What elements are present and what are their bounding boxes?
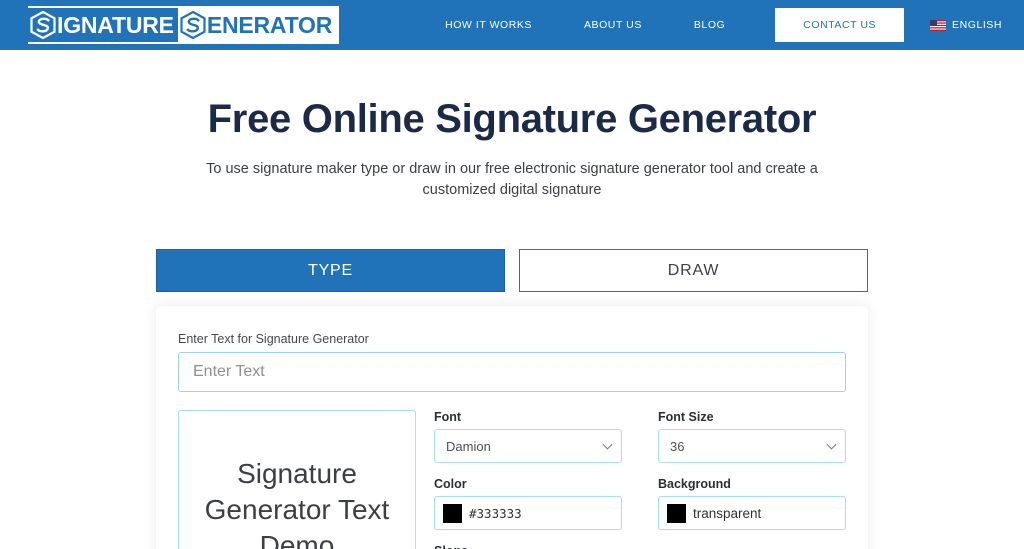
background-control: Background transparent — [658, 477, 846, 531]
nav-item-blog[interactable]: BLOG — [668, 19, 751, 31]
slope-control: Slope 0 — [434, 544, 846, 549]
background-label: Background — [658, 477, 731, 492]
page-title: Free Online Signature Generator — [207, 97, 817, 141]
font-size-label: Font Size — [658, 410, 714, 425]
font-size-select[interactable]: 36 — [658, 429, 846, 464]
tab-draw[interactable]: DRAW — [519, 249, 868, 293]
color-control: Color #333333 — [434, 477, 622, 531]
signature-preview-text: Signature Generator Text Demo — [204, 458, 390, 549]
font-size-control: Font Size 36 — [658, 410, 846, 464]
font-size-selected-value: 36 — [670, 438, 685, 454]
hex-s-monogram-icon — [30, 11, 56, 39]
hero-section: Free Online Signature Generator To use s… — [0, 50, 1024, 201]
chevron-down-icon — [602, 439, 613, 450]
site-header: IGNATURE ENERATOR HOW IT WORKS ABOUT US … — [0, 0, 1024, 50]
slope-label: Slope — [434, 544, 846, 549]
color-picker[interactable]: #333333 — [434, 496, 622, 531]
tab-type[interactable]: TYPE — [156, 249, 505, 293]
background-swatch[interactable] — [667, 503, 686, 523]
logo-signature-block: IGNATURE — [28, 8, 178, 42]
text-field-group: Enter Text for Signature Generator — [178, 332, 846, 393]
signature-preview[interactable]: Signature Generator Text Demo — [178, 410, 416, 549]
hex-g-monogram-icon — [180, 11, 206, 39]
font-control: Font Damion — [434, 410, 622, 464]
editor-row: Signature Generator Text Demo Font Damio… — [178, 410, 846, 549]
background-value: transparent — [693, 505, 762, 521]
main-navigation: HOW IT WORKS ABOUT US BLOG CONTACT US EN… — [419, 0, 1024, 50]
background-picker[interactable]: transparent — [658, 496, 846, 531]
site-logo[interactable]: IGNATURE ENERATOR — [28, 4, 340, 46]
color-value: #333333 — [469, 505, 522, 521]
color-swatch[interactable] — [443, 503, 462, 523]
nav-item-about-us[interactable]: ABOUT US — [558, 19, 668, 31]
font-select[interactable]: Damion — [434, 429, 622, 464]
logo-generator-block: ENERATOR — [177, 8, 340, 42]
chevron-down-icon — [826, 439, 837, 450]
contact-us-button[interactable]: CONTACT US — [775, 8, 905, 42]
logo-text-signature: IGNATURE — [57, 11, 174, 38]
us-flag-icon — [930, 19, 947, 31]
language-selector[interactable]: ENGLISH — [916, 19, 1002, 31]
font-label: Font — [434, 410, 462, 425]
signature-text-input[interactable] — [178, 352, 846, 393]
generator-card: Enter Text for Signature Generator Signa… — [156, 306, 868, 549]
font-selected-value: Damion — [446, 438, 491, 454]
color-label: Color — [434, 477, 467, 492]
logo-lockup: IGNATURE ENERATOR — [28, 6, 340, 44]
mode-tabs: TYPE DRAW — [156, 249, 868, 293]
nav-item-how-it-works[interactable]: HOW IT WORKS — [419, 19, 558, 31]
text-input-label: Enter Text for Signature Generator — [178, 332, 369, 347]
language-label: ENGLISH — [952, 19, 1002, 31]
logo-text-generator: ENERATOR — [206, 11, 333, 38]
controls-grid: Font Damion Font Size 36 Color #333333 B… — [434, 410, 846, 549]
page-subtitle: To use signature maker type or draw in o… — [206, 161, 818, 199]
